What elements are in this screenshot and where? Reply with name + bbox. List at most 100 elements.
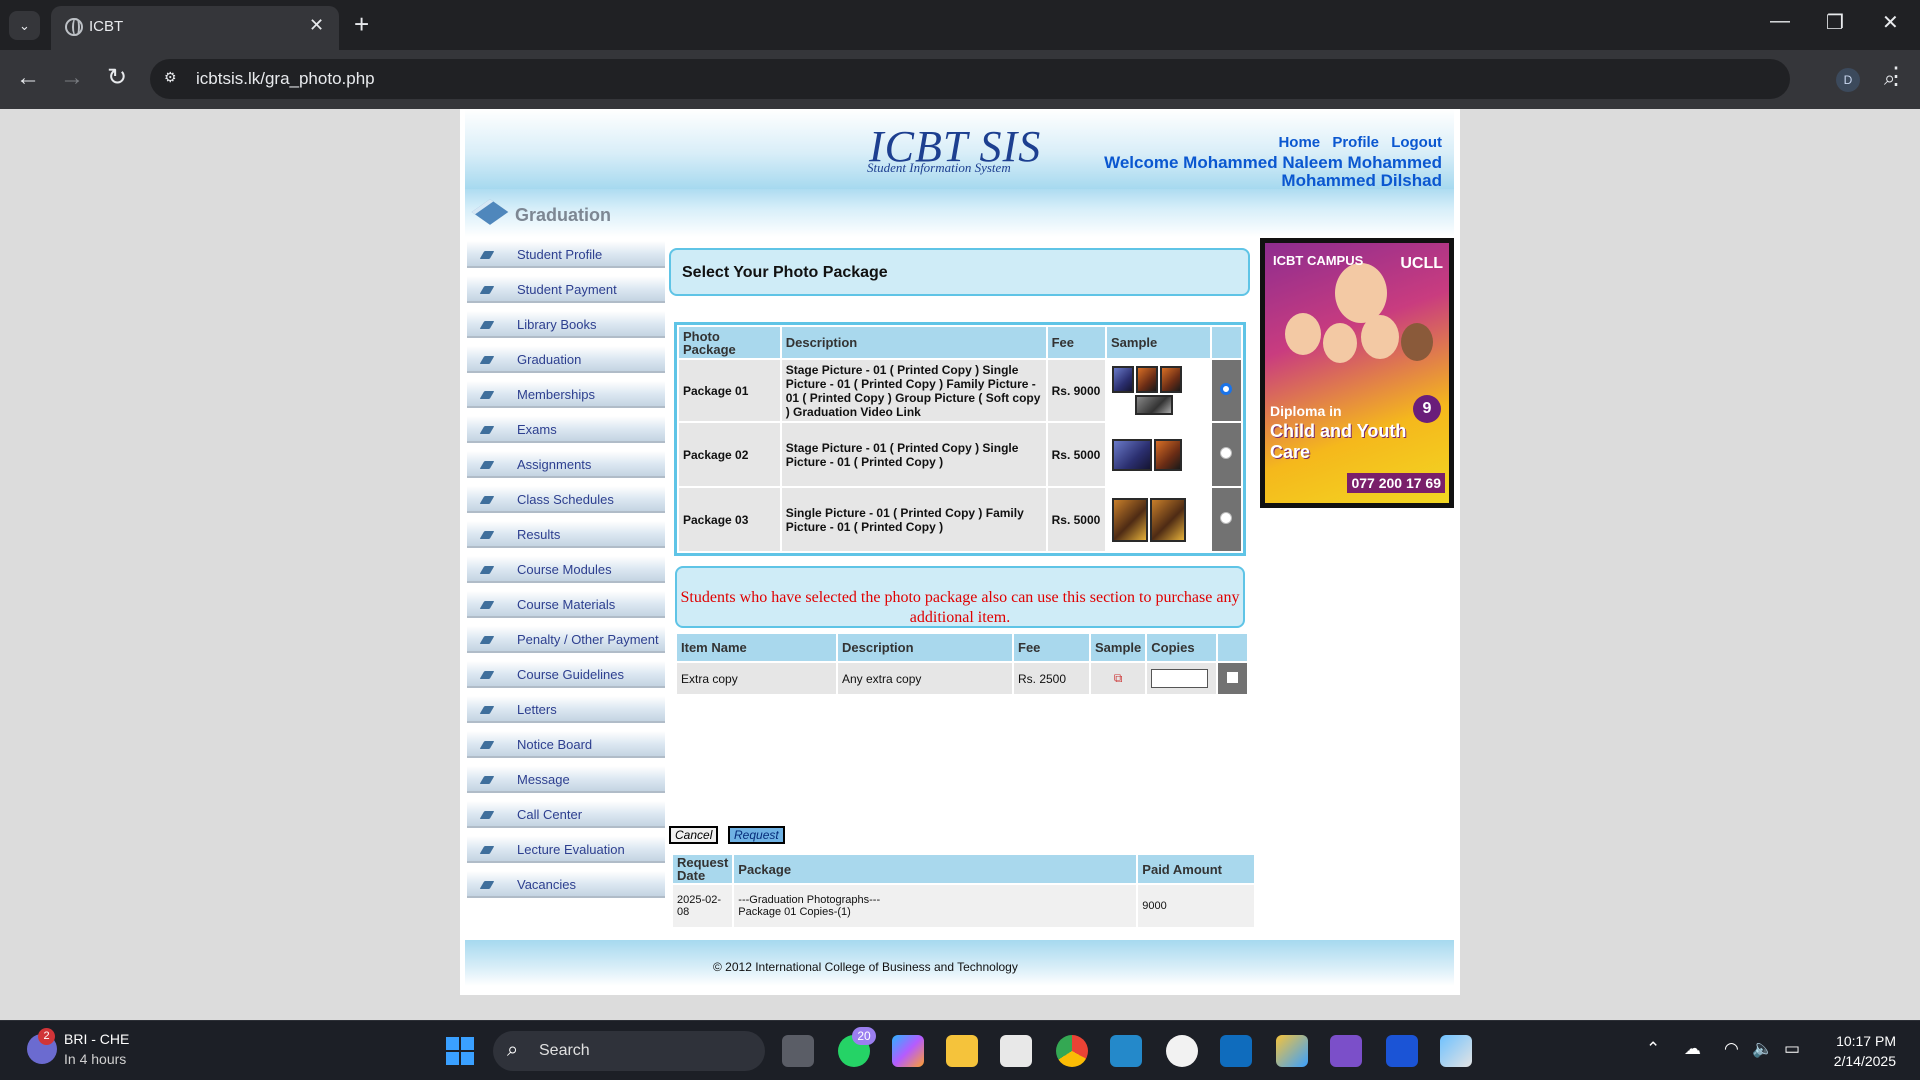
add-checkbox[interactable] xyxy=(1227,671,1239,683)
package-radio[interactable] xyxy=(1220,512,1233,524)
sidebar-item-label[interactable]: Exams xyxy=(517,422,557,437)
sidebar-item-exams[interactable]: Exams xyxy=(467,414,667,449)
sidebar-item-student-profile[interactable]: Student Profile xyxy=(467,239,667,274)
vscode-icon[interactable] xyxy=(1110,1035,1142,1067)
sidebar-item-label[interactable]: Memberships xyxy=(517,387,595,402)
intellij-icon[interactable] xyxy=(1386,1035,1418,1067)
sidebar-item-notice-board[interactable]: Notice Board xyxy=(467,729,667,764)
chevron-up-icon[interactable]: ⌃ xyxy=(1646,1039,1660,1059)
sidebar-item-student-payment[interactable]: Student Payment xyxy=(467,274,667,309)
volume-muted-icon[interactable]: 🔈 xyxy=(1752,1039,1773,1059)
request-button[interactable]: Request xyxy=(728,826,785,844)
package-select[interactable] xyxy=(1211,488,1241,551)
sidebar-item-label[interactable]: Lecture Evaluation xyxy=(517,842,625,857)
new-tab-button[interactable]: + xyxy=(354,10,369,38)
sidebar-item-label[interactable]: Vacancies xyxy=(517,877,576,892)
sidebar-item-results[interactable]: Results xyxy=(467,519,667,554)
sidebar-item-class-schedules[interactable]: Class Schedules xyxy=(467,484,667,519)
sidebar-item-label[interactable]: Course Modules xyxy=(517,562,612,577)
package-select[interactable] xyxy=(1211,423,1241,486)
ad-image[interactable]: ICBT CAMPUS UCLL 9 Diploma in Child and … xyxy=(1265,243,1449,503)
sidebar-item-label[interactable]: Class Schedules xyxy=(517,492,614,507)
url-text[interactable]: icbtsis.lk/gra_photo.php xyxy=(196,69,375,89)
sidebar-item-course-materials[interactable]: Course Materials xyxy=(467,589,667,624)
forward-icon[interactable]: → xyxy=(56,62,88,94)
weather-title[interactable]: BRI - CHE xyxy=(64,1031,129,1047)
sidebar-item-label[interactable]: Call Center xyxy=(517,807,582,822)
package-sample[interactable] xyxy=(1107,423,1210,486)
weather-subtitle[interactable]: In 4 hours xyxy=(64,1051,126,1067)
package-sample[interactable] xyxy=(1107,488,1210,551)
sidebar-item-label[interactable]: Course Guidelines xyxy=(517,667,624,682)
sidebar-item-graduation[interactable]: Graduation xyxy=(467,344,667,379)
sidebar-item-label[interactable]: Student Payment xyxy=(517,282,617,297)
restore-icon[interactable]: ❐ xyxy=(1826,10,1844,35)
broken-image-icon[interactable]: ⧉ xyxy=(1114,671,1123,685)
package-radio[interactable] xyxy=(1220,447,1233,459)
sidebar-item-call-center[interactable]: Call Center xyxy=(467,799,667,834)
browser-menu-icon[interactable]: ⋮ xyxy=(1884,62,1908,91)
sidebar-item-library-books[interactable]: Library Books xyxy=(467,309,667,344)
outlook-icon[interactable] xyxy=(1220,1035,1252,1067)
sample-photo[interactable] xyxy=(1135,395,1174,415)
extra-item-add[interactable] xyxy=(1218,663,1248,694)
sample-photo[interactable] xyxy=(1154,438,1183,471)
minimize-icon[interactable]: — xyxy=(1770,10,1790,33)
browser-tab[interactable]: ICBT ✕ xyxy=(51,6,339,50)
sidebar-item-letters[interactable]: Letters xyxy=(467,694,667,729)
sidebar-item-label[interactable]: Assignments xyxy=(517,457,591,472)
advertisement-banner[interactable]: ICBT CAMPUS UCLL 9 Diploma in Child and … xyxy=(1260,238,1454,508)
profile-link[interactable]: Profile xyxy=(1332,134,1379,151)
taskbar-search[interactable]: ⌕ Search xyxy=(493,1031,765,1071)
site-info-icon[interactable]: ⚙ xyxy=(164,69,184,89)
extra-item-sample[interactable]: ⧉ xyxy=(1091,663,1146,694)
store-icon[interactable] xyxy=(1000,1035,1032,1067)
profile-avatar[interactable]: D xyxy=(1836,68,1860,92)
sidebar-item-label[interactable]: Message xyxy=(517,772,570,787)
sidebar-item-course-guidelines[interactable]: Course Guidelines xyxy=(467,659,667,694)
sidebar-item-lecture-evaluation[interactable]: Lecture Evaluation xyxy=(467,834,667,869)
sidebar-item-label[interactable]: Letters xyxy=(517,702,557,717)
package-radio-selected[interactable] xyxy=(1220,383,1233,395)
back-icon[interactable]: ← xyxy=(12,62,44,94)
close-window-icon[interactable]: ✕ xyxy=(1882,10,1899,35)
sidebar-item-label[interactable]: Course Materials xyxy=(517,597,615,612)
system-clock[interactable]: 10:17 PM 2/14/2025 xyxy=(1834,1031,1896,1071)
sample-photo[interactable] xyxy=(1136,366,1159,393)
sidebar-item-penalty-other-payment[interactable]: Penalty / Other Payment xyxy=(467,624,667,659)
app-icon[interactable] xyxy=(1440,1035,1472,1067)
snipping-tool-icon[interactable] xyxy=(1276,1035,1308,1067)
file-explorer-icon[interactable] xyxy=(946,1035,978,1067)
sidebar-item-assignments[interactable]: Assignments xyxy=(467,449,667,484)
package-sample[interactable] xyxy=(1107,360,1210,421)
onedrive-icon[interactable]: ☁ xyxy=(1684,1039,1701,1059)
copies-input[interactable] xyxy=(1151,669,1209,688)
sidebar-item-label[interactable]: Penalty / Other Payment xyxy=(517,632,659,647)
home-link[interactable]: Home xyxy=(1278,134,1320,151)
battery-icon[interactable]: ▭ xyxy=(1784,1039,1800,1059)
sample-photo[interactable] xyxy=(1112,438,1153,471)
sidebar-item-label[interactable]: Notice Board xyxy=(517,737,592,752)
copilot-icon[interactable] xyxy=(892,1035,924,1067)
whatsapp-web-icon[interactable] xyxy=(1166,1035,1198,1067)
tab-search-button[interactable]: ⌄ xyxy=(9,11,40,40)
sample-photo[interactable] xyxy=(1160,366,1183,393)
sidebar-item-course-modules[interactable]: Course Modules xyxy=(467,554,667,589)
address-bar[interactable]: ⚙ icbtsis.lk/gra_photo.php ⌕ ☆ xyxy=(150,59,1895,99)
sample-photo[interactable] xyxy=(1112,497,1149,542)
close-tab-icon[interactable]: ✕ xyxy=(309,15,324,36)
sample-photo[interactable] xyxy=(1150,497,1187,542)
task-view-icon[interactable] xyxy=(782,1035,814,1067)
sidebar-item-label[interactable]: Graduation xyxy=(517,352,581,367)
cancel-button[interactable]: Cancel xyxy=(669,826,719,844)
visual-studio-icon[interactable] xyxy=(1330,1035,1362,1067)
sidebar-item-message[interactable]: Message xyxy=(467,764,667,799)
wifi-icon[interactable]: ◠ xyxy=(1724,1039,1739,1059)
logout-link[interactable]: Logout xyxy=(1391,134,1442,151)
chrome-icon[interactable] xyxy=(1056,1035,1088,1067)
sample-photo[interactable] xyxy=(1112,366,1135,393)
sidebar-item-label[interactable]: Library Books xyxy=(517,317,596,332)
reload-icon[interactable]: ↻ xyxy=(101,62,133,94)
sidebar-item-memberships[interactable]: Memberships xyxy=(467,379,667,414)
sidebar-item-label[interactable]: Student Profile xyxy=(517,247,602,262)
